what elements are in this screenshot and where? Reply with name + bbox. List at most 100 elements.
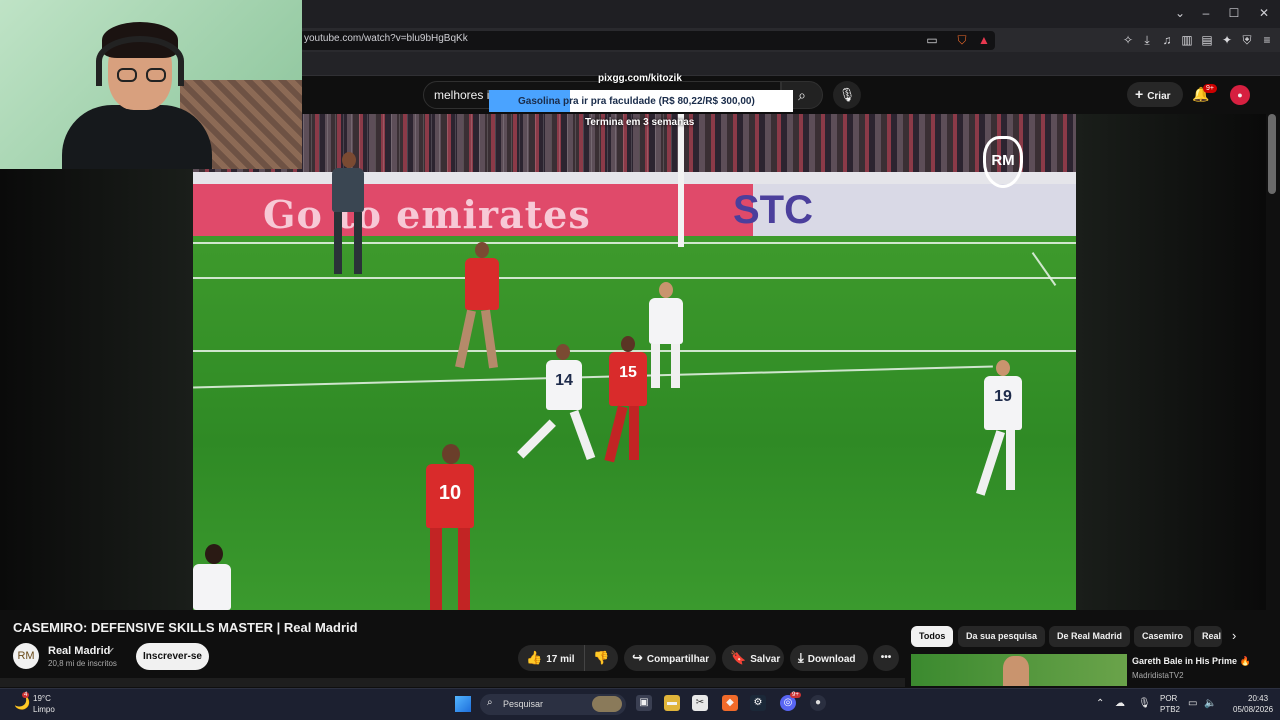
webcam-person-body [62,105,212,169]
more-actions-button[interactable]: ••• [873,645,899,671]
weather-temperature[interactable]: 19°C [33,694,51,703]
chip-from-real-madrid[interactable]: De Real Madrid [1049,626,1131,647]
thumbnail-face [1003,656,1029,686]
task-view-icon[interactable]: ▣ [636,695,652,711]
tabs-dropdown-icon[interactable]: ⌄ [1172,6,1188,20]
subscribe-button[interactable]: Inscrever-se [136,643,209,670]
sevilla-player-figure [455,242,505,374]
chevron-right-icon[interactable]: › [1232,628,1236,643]
glasses-icon [146,68,166,82]
microphone-tray-icon[interactable]: 🎙 [1138,698,1151,709]
create-button[interactable]: + Criar [1127,82,1183,107]
close-window-button[interactable]: ✕ [1256,6,1272,20]
notifications-badge: 9+ [1203,84,1217,93]
like-button[interactable]: 👍 17 mil [518,645,584,671]
glasses-icon [117,68,137,82]
keyboard-layout[interactable]: PTB2 [1160,705,1180,714]
network-icon[interactable]: ☁ [1115,698,1125,709]
bookmark-icon: 🔖 [730,650,747,665]
webcam-overlay [0,0,302,169]
brave-shields-icon[interactable]: ⛉ [954,32,970,48]
downloads-icon[interactable]: ⤓ [1139,32,1155,48]
subscriber-count: 20,8 mi de inscritos [48,659,117,668]
file-explorer-icon[interactable]: ▬ [664,695,680,711]
account-avatar[interactable]: ● [1230,85,1250,105]
description-preview [0,678,905,687]
sidebar-icon[interactable]: ▥ [1179,32,1195,48]
verified-check-icon: ✔ [108,646,115,655]
real-madrid-player-partial-figure [193,544,233,610]
maximize-button[interactable]: ☐ [1226,6,1242,20]
shirt-number: 15 [619,364,637,381]
video-frame[interactable]: Go to emirates STC RM 14 15 19 10 [193,114,1076,610]
goalpost [678,114,684,247]
search-icon: ⌕ [798,87,806,103]
windows-start-icon[interactable] [455,696,471,712]
menu-icon[interactable]: ≡ [1259,32,1275,48]
channel-avatar[interactable]: RM [13,643,39,669]
extensions-icon[interactable]: ✧ [1120,32,1136,48]
share-label: Compartilhar [646,654,710,665]
video-title: CASEMIRO: DEFENSIVE SKILLS MASTER | Real… [13,620,358,635]
save-button[interactable]: 🔖 Salvar [722,645,784,671]
weather-description[interactable]: Limpo [33,705,55,714]
voice-search-button[interactable]: 🎙 [833,81,861,109]
save-label: Salvar [750,654,781,665]
real-madrid-crest-icon: RM [983,136,1023,188]
ad-board-stc-text: STC [733,188,813,232]
recommendation-thumbnail[interactable] [911,654,1127,686]
minimize-button[interactable]: – [1198,6,1214,20]
clock-time[interactable]: 20:43 [1248,694,1268,703]
ambient-right [1076,114,1266,610]
donation-ends-text: Termina em 3 semanas [585,117,695,128]
media-icon[interactable]: ♫ [1159,32,1175,48]
real-madrid-player-figure [643,282,689,392]
thumbs-up-icon: 👍 [526,650,543,665]
share-arrow-icon: ↪ [632,650,643,665]
vpn-shield-icon[interactable]: ⛨ [1239,32,1255,48]
chip-all[interactable]: Todos [911,626,954,647]
goalkeeper-figure [328,152,368,282]
steam-icon[interactable]: ⚙ [750,695,766,711]
recommendation-title[interactable]: Gareth Bale in His Prime 🔥 [1132,656,1251,667]
input-language[interactable]: POR [1160,694,1177,703]
pitch-line [193,242,1076,244]
clock-date[interactable]: 05/08/2026 [1233,705,1273,714]
dislike-button[interactable]: 👎 [584,645,618,671]
search-highlight-icon [592,696,622,712]
chip-real[interactable]: Real [1194,626,1222,647]
page-scrollbar[interactable] [1268,114,1276,194]
search-icon: ⌕ [487,697,493,708]
address-bar-url[interactable]: youtube.com/watch?v=blu9bHgBqKk [304,33,468,44]
ambient-left [0,114,193,610]
modric-player-figure: 19 [976,360,1028,500]
plus-icon: + [1135,86,1144,102]
obs-icon[interactable]: ● [810,695,826,711]
recommendation-channel[interactable]: MadridistaTV2 [1132,671,1184,680]
chip-casemiro[interactable]: Casemiro [1134,626,1192,647]
leo-ai-icon[interactable]: ✦ [1219,32,1235,48]
share-button[interactable]: ↪ Compartilhar [624,645,716,671]
casemiro-player-figure: 14 [517,344,598,464]
shirt-number: 10 [438,482,462,504]
volume-icon[interactable]: 🔈 [1204,698,1216,709]
download-button[interactable]: ⤓ Download [790,645,868,671]
chip-from-search[interactable]: Da sua pesquisa [958,626,1046,647]
sevilla-number-10-figure: 10 [418,444,482,610]
discord-badge: 9+ [790,692,801,698]
snipping-tool-icon[interactable]: ✂ [692,695,708,711]
like-count: 17 mil [546,654,575,665]
taskbar-search-label[interactable]: Pesquisar [503,699,543,709]
display-icon[interactable]: ▭ [1188,698,1197,709]
tray-overflow-icon[interactable]: ⌃ [1096,698,1104,709]
headset-icon [96,36,184,86]
brave-rewards-icon[interactable]: ▲ [976,32,992,48]
channel-name[interactable]: Real Madrid [48,645,110,657]
cast-icon[interactable]: ▭ [924,32,940,48]
donation-goal-text: Gasolina pra ir pra faculdade (R$ 80,22/… [518,96,755,107]
wallet-icon[interactable]: ▤ [1199,32,1215,48]
shirt-number: 19 [994,388,1012,405]
brave-browser-icon[interactable]: ◆ [722,695,738,711]
search-query[interactable]: melhores in [434,88,496,102]
stadium-ad-top [193,172,1076,184]
